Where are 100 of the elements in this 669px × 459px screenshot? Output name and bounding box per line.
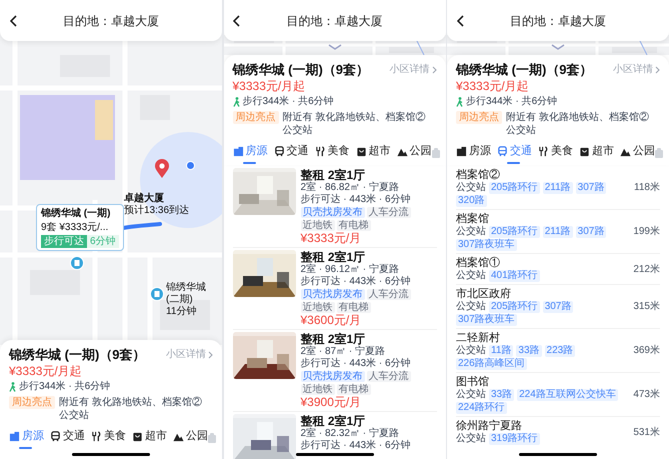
station-name: 二轻新村 xyxy=(456,331,501,344)
station-type: 公交站 xyxy=(456,226,486,238)
fork-knife-icon xyxy=(314,146,326,156)
listing-card[interactable]: 整租 2室1厅 2室 · 96.12㎡ · 宁夏路 步行可达 · 443米 · 6分钟 贝壳找房发布 人车分流 近地铁 有电梯 ¥3600元/月 xyxy=(232,247,436,329)
category-tab[interactable]: 交通 xyxy=(50,425,85,450)
listing-title: 整租 2室1厅 xyxy=(300,168,366,182)
community-label: 锦绣华城 (二期) xyxy=(166,282,207,306)
station-row[interactable]: 市北区政府 公交站 205路环行 307路 307路夜班车 315米 xyxy=(456,284,660,328)
chevron-down-icon xyxy=(328,44,342,50)
category-tab[interactable]: 公园 xyxy=(620,140,655,165)
back-button[interactable] xyxy=(455,15,465,27)
category-tab[interactable]: 超市 xyxy=(356,140,390,165)
walking-icon xyxy=(9,382,16,392)
feature-tag: 贝壳找房发布 xyxy=(300,289,364,300)
distance-text: 212米 xyxy=(633,262,660,276)
feature-tag: 近地铁 xyxy=(300,302,334,313)
fork-knife-icon xyxy=(91,430,102,442)
walk-info: 步行可达 · 443米 · 6分钟 xyxy=(300,276,412,288)
callout-title: 锦绣华城 (一期) xyxy=(41,207,112,220)
route-tag: 224路环行 xyxy=(456,402,507,414)
bag-icon xyxy=(208,433,216,443)
building-icon xyxy=(232,146,244,156)
category-tab[interactable]: 美食 xyxy=(314,140,350,165)
price-text: ¥3600元/月 xyxy=(300,313,362,327)
walk-info: 步行可达 · 443米 · 6分钟 xyxy=(300,440,411,452)
feature-tag: 人车分流 xyxy=(366,289,410,300)
station-name: 徐州路宁夏路 xyxy=(456,419,523,432)
station-row[interactable]: 二轻新村 公交站 11路 33路 223路 226路高峰区间 369米 xyxy=(456,328,660,372)
location-pin-icon xyxy=(154,158,170,179)
route-tag: 205路环行 xyxy=(489,182,540,194)
route-tag: 320路 xyxy=(456,195,487,207)
category-tab[interactable]: 房源 xyxy=(9,425,44,450)
price-text: ¥3333元/月起 xyxy=(9,363,83,379)
back-icon xyxy=(10,15,16,27)
price-text: ¥3333元/月起 xyxy=(456,78,530,94)
station-type: 公交站 xyxy=(456,301,486,313)
price-text: ¥3900元/月 xyxy=(300,395,362,409)
station-name: 档案馆① xyxy=(456,256,501,270)
community-title: 锦绣华城 (一期)（9套） xyxy=(9,346,146,364)
station-type: 公交站 xyxy=(456,182,486,194)
listing-details: 2室 · 86.82㎡ · 宁夏路 xyxy=(300,182,400,194)
station-name: 图书馆 xyxy=(456,375,490,388)
route-tag: 307路 xyxy=(576,226,606,238)
bag-icon xyxy=(655,148,663,158)
bus-icon xyxy=(50,430,61,442)
category-tab[interactable]: 美食 xyxy=(538,140,573,165)
back-button[interactable] xyxy=(232,15,242,27)
listing-title: 整租 2室1厅 xyxy=(300,332,366,346)
station-row[interactable]: 档案馆① 公交站 401路环行 212米 xyxy=(456,253,660,284)
walk-info: 步行344米 · 共6分钟 xyxy=(19,380,110,394)
route-tag: 224路互联网公交快车 xyxy=(517,389,618,401)
route-tag: 307路 xyxy=(576,182,606,194)
route-tag: 211路 xyxy=(542,182,573,194)
feature-tag: 贝壳找房发布 xyxy=(300,207,364,218)
station-row[interactable]: 档案馆 公交站 205路环行 211路 307路 307路夜班车 199米 xyxy=(456,209,660,253)
route-tag: 33路 xyxy=(516,345,542,357)
route-tag: 205路环行 xyxy=(489,226,540,238)
back-button[interactable] xyxy=(8,15,18,27)
category-tab[interactable]: 公园 xyxy=(173,425,208,450)
distance-text: 315米 xyxy=(633,300,660,314)
category-tab[interactable]: 公园 xyxy=(396,140,432,165)
building-icon xyxy=(9,430,20,442)
fork-knife-icon xyxy=(538,146,549,156)
station-name: 市北区政府 xyxy=(456,287,512,300)
community-callout[interactable]: 锦绣华城 (一期) 9套 ¥3333元/... 步行可达 6分钟 xyxy=(36,204,124,251)
route-tag: 211路 xyxy=(542,226,573,238)
distance-text: 473米 xyxy=(633,388,660,402)
station-row[interactable]: 图书馆 公交站 33路 224路互联网公交快车 224路环行 473米 xyxy=(456,372,660,416)
feature-tag: 有电梯 xyxy=(336,384,370,395)
category-tab[interactable]: 房源 xyxy=(232,140,268,165)
station-name: 档案馆 xyxy=(456,212,490,226)
category-tab[interactable]: 交通 xyxy=(497,140,532,165)
route-tag: 223路 xyxy=(544,345,576,357)
listing-card[interactable]: 整租 2室1厅 2室 · 86.82㎡ · 宁夏路 步行可达 · 443米 · 6分钟 贝壳找房发布 人车分流 近地铁 有电梯 ¥3333元/月 xyxy=(232,166,436,247)
walking-icon xyxy=(456,96,463,106)
category-tab[interactable]: 超市 xyxy=(579,140,614,165)
shop-icon xyxy=(356,146,366,156)
station-name: 档案馆② xyxy=(456,168,501,182)
station-row[interactable]: 徐州路宁夏路 公交站 319路环行 531米 xyxy=(456,416,660,447)
category-tab[interactable]: 美食 xyxy=(91,425,126,450)
walk-info: 步行可达 · 443米 · 6分钟 xyxy=(300,194,412,206)
highlight-tag: 周边亮点 xyxy=(456,111,502,124)
chevron-right-icon xyxy=(208,350,213,358)
listing-card[interactable]: 整租 2室1厅 2室 · 87㎡ · 宁夏路 步行可达 · 443米 · 6分钟 贝壳找房发布 人车分流 近地铁 有电梯 ¥3900元/月 xyxy=(232,329,436,411)
community-title: 锦绣华城 (一期)（9套） xyxy=(232,60,369,79)
category-tab[interactable]: 超市 xyxy=(132,425,167,450)
eta-label: 预计13:36到达 xyxy=(124,205,190,217)
category-tab[interactable]: 房源 xyxy=(456,140,491,165)
bus-icon xyxy=(274,146,284,156)
bag-icon xyxy=(432,148,440,158)
highlight-text: 附近有 敦化路地铁站、档案馆② 公交站 xyxy=(282,111,426,137)
distance-text: 369米 xyxy=(633,344,660,358)
station-row[interactable]: 档案馆② 公交站 205路环行 211路 307路 320路 118米 xyxy=(456,166,660,209)
category-tab[interactable]: 交通 xyxy=(274,140,308,165)
walk-info: 步行344米 · 共6分钟 xyxy=(466,94,558,109)
chevron-right-icon xyxy=(655,66,660,74)
listing-card[interactable]: 整租 2室1厅 2室 · 82.32㎡ · 宁夏路 步行可达 · 443米 · 6分钟 xyxy=(232,411,436,459)
feature-tag: 近地铁 xyxy=(300,220,334,231)
highlight-text: 附近有 敦化路地铁站、档案馆② 公交站 xyxy=(506,111,650,137)
listing-title: 整租 2室1厅 xyxy=(300,250,366,264)
